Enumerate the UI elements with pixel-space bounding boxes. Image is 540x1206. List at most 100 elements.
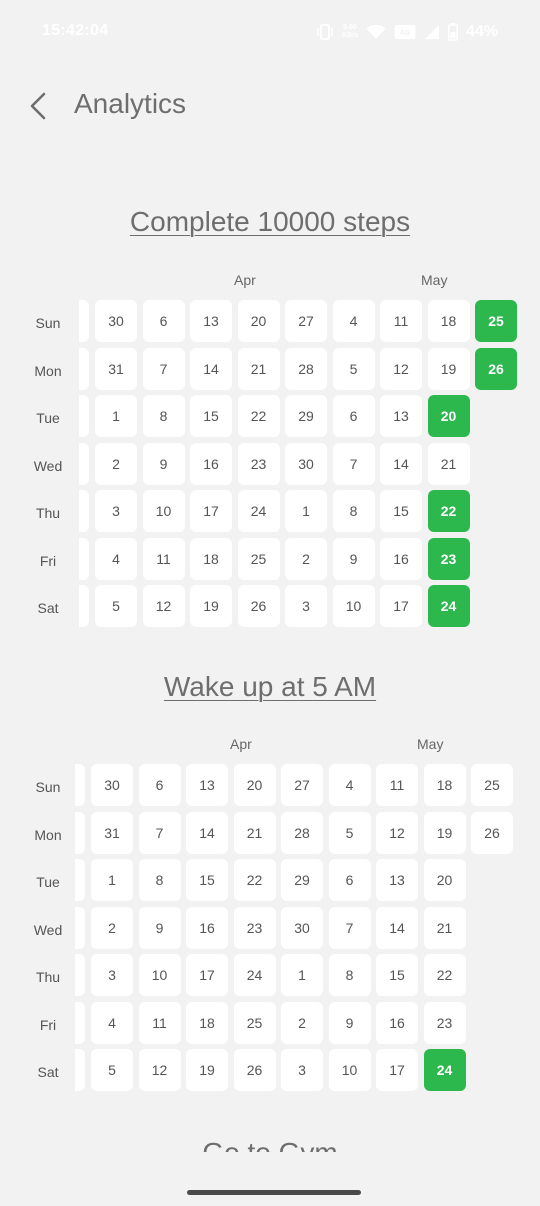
calendar-cell[interactable]: 20 <box>233 764 276 806</box>
calendar-cell[interactable]: 21 <box>423 906 466 949</box>
calendar-cell[interactable]: 2 <box>281 1001 323 1044</box>
calendar-cell[interactable]: 15 <box>186 859 228 901</box>
calendar-cell[interactable]: 9 <box>332 537 375 580</box>
calendar-cell[interactable]: 4 <box>332 300 375 342</box>
calendar-cell[interactable]: 12 <box>380 347 422 390</box>
calendar-cell[interactable]: 18 <box>186 1001 228 1044</box>
calendar-cell[interactable]: 8 <box>332 490 375 532</box>
calendar-cell[interactable]: 13 <box>376 859 418 901</box>
calendar-cell[interactable]: 15 <box>376 954 418 996</box>
calendar-cell[interactable]: 1 <box>285 490 327 532</box>
calendar-cell[interactable]: 10 <box>138 954 181 996</box>
calendar-cell[interactable]: 9 <box>138 906 181 949</box>
calendar-cell[interactable]: 30 <box>285 442 327 485</box>
calendar-cell[interactable]: 18 <box>423 764 466 806</box>
calendar-cell[interactable]: 16 <box>190 442 232 485</box>
calendar-cell[interactable]: 25 <box>233 1001 276 1044</box>
calendar-cell[interactable]: 13 <box>190 300 232 342</box>
calendar-cell[interactable]: 26 <box>471 811 513 854</box>
calendar-cell[interactable]: 13 <box>380 395 422 437</box>
calendar-cell[interactable]: 6 <box>138 764 181 806</box>
calendar-cell[interactable]: 21 <box>233 811 276 854</box>
calendar-cell[interactable]: 25 <box>471 764 513 806</box>
calendar-cell[interactable]: 19 <box>186 1049 228 1091</box>
calendar-cell[interactable]: 7 <box>142 347 185 390</box>
calendar-cell[interactable]: 22 <box>233 859 276 901</box>
calendar-cell[interactable]: 23 <box>423 1001 466 1044</box>
calendar-cell[interactable]: 5 <box>95 585 137 627</box>
calendar-cell[interactable]: 17 <box>376 1049 418 1091</box>
calendar-cell[interactable]: 14 <box>190 347 232 390</box>
calendar-cell[interactable]: 4 <box>95 537 137 580</box>
calendar-cell-completed[interactable]: 20 <box>427 395 470 437</box>
calendar-cell[interactable]: 18 <box>427 300 470 342</box>
back-button[interactable] <box>22 86 54 126</box>
calendar-cell[interactable]: 3 <box>91 954 133 996</box>
calendar-cell[interactable]: 28 <box>285 347 327 390</box>
calendar-cell[interactable]: 19 <box>190 585 232 627</box>
calendar-cell[interactable]: 6 <box>332 395 375 437</box>
calendar-cell[interactable]: 29 <box>281 859 323 901</box>
calendar-cell[interactable]: 18 <box>190 537 232 580</box>
calendar-cell[interactable]: 21 <box>237 347 280 390</box>
calendar-cell[interactable]: 29 <box>285 395 327 437</box>
calendar-cell[interactable]: 8 <box>138 859 181 901</box>
calendar-cell[interactable]: 3 <box>95 490 137 532</box>
calendar-cell[interactable]: 26 <box>237 585 280 627</box>
calendar-cell[interactable]: 7 <box>138 811 181 854</box>
calendar-cell[interactable]: 5 <box>91 1049 133 1091</box>
calendar-cell[interactable]: 23 <box>233 906 276 949</box>
calendar-cell[interactable]: 9 <box>142 442 185 485</box>
calendar-cell[interactable]: 12 <box>138 1049 181 1091</box>
home-indicator[interactable] <box>187 1190 361 1195</box>
calendar-cell[interactable]: 15 <box>380 490 422 532</box>
habit-title[interactable]: Wake up at 5 AM <box>0 671 540 703</box>
calendar-cell[interactable]: 13 <box>186 764 228 806</box>
calendar-cell[interactable]: 4 <box>91 1001 133 1044</box>
calendar-cell[interactable]: 9 <box>328 1001 371 1044</box>
calendar-cell[interactable]: 6 <box>328 859 371 901</box>
habit-title-next[interactable]: Go to Gym <box>0 1136 540 1152</box>
calendar-cell[interactable]: 14 <box>380 442 422 485</box>
calendar-cell[interactable]: 14 <box>376 906 418 949</box>
calendar-cell-completed[interactable]: 24 <box>427 585 470 627</box>
calendar-cell[interactable]: 8 <box>142 395 185 437</box>
calendar-cell-completed[interactable]: 23 <box>427 537 470 580</box>
calendar-cell[interactable]: 1 <box>95 395 137 437</box>
calendar-cell[interactable]: 10 <box>142 490 185 532</box>
calendar-cell-completed[interactable]: 24 <box>423 1049 466 1091</box>
calendar-cell[interactable]: 12 <box>376 811 418 854</box>
calendar-cell[interactable]: 30 <box>95 300 137 342</box>
calendar-cell[interactable]: 2 <box>95 442 137 485</box>
calendar-cell[interactable]: 30 <box>281 906 323 949</box>
calendar-cell[interactable]: 19 <box>423 811 466 854</box>
calendar-cell[interactable]: 27 <box>285 300 327 342</box>
calendar-cell[interactable]: 5 <box>328 811 371 854</box>
calendar-cell[interactable]: 30 <box>91 764 133 806</box>
calendar-cell[interactable]: 16 <box>186 906 228 949</box>
calendar-cell[interactable]: 10 <box>328 1049 371 1091</box>
calendar-cell[interactable]: 16 <box>380 537 422 580</box>
calendar-cell[interactable]: 28 <box>281 811 323 854</box>
calendar-cell[interactable]: 24 <box>233 954 276 996</box>
calendar-cell[interactable]: 16 <box>376 1001 418 1044</box>
calendar-cell[interactable]: 23 <box>237 442 280 485</box>
calendar-cell[interactable]: 22 <box>423 954 466 996</box>
calendar-cell[interactable]: 19 <box>427 347 470 390</box>
calendar-cell[interactable]: 7 <box>328 906 371 949</box>
calendar-cell[interactable]: 11 <box>380 300 422 342</box>
calendar-cell[interactable]: 6 <box>142 300 185 342</box>
calendar-cell[interactable]: 24 <box>237 490 280 532</box>
calendar-cell[interactable]: 17 <box>186 954 228 996</box>
calendar-cell[interactable]: 12 <box>142 585 185 627</box>
calendar-cell[interactable]: 31 <box>95 347 137 390</box>
calendar-cell[interactable]: 17 <box>380 585 422 627</box>
calendar-cell[interactable]: 3 <box>285 585 327 627</box>
calendar-cell-completed[interactable]: 25 <box>475 300 517 342</box>
calendar-cell-completed[interactable]: 26 <box>475 347 517 390</box>
calendar-cell[interactable]: 8 <box>328 954 371 996</box>
calendar-cell[interactable]: 20 <box>237 300 280 342</box>
calendar-cell[interactable]: 1 <box>91 859 133 901</box>
calendar-cell[interactable]: 2 <box>285 537 327 580</box>
habit-title[interactable]: Complete 10000 steps <box>0 206 540 238</box>
